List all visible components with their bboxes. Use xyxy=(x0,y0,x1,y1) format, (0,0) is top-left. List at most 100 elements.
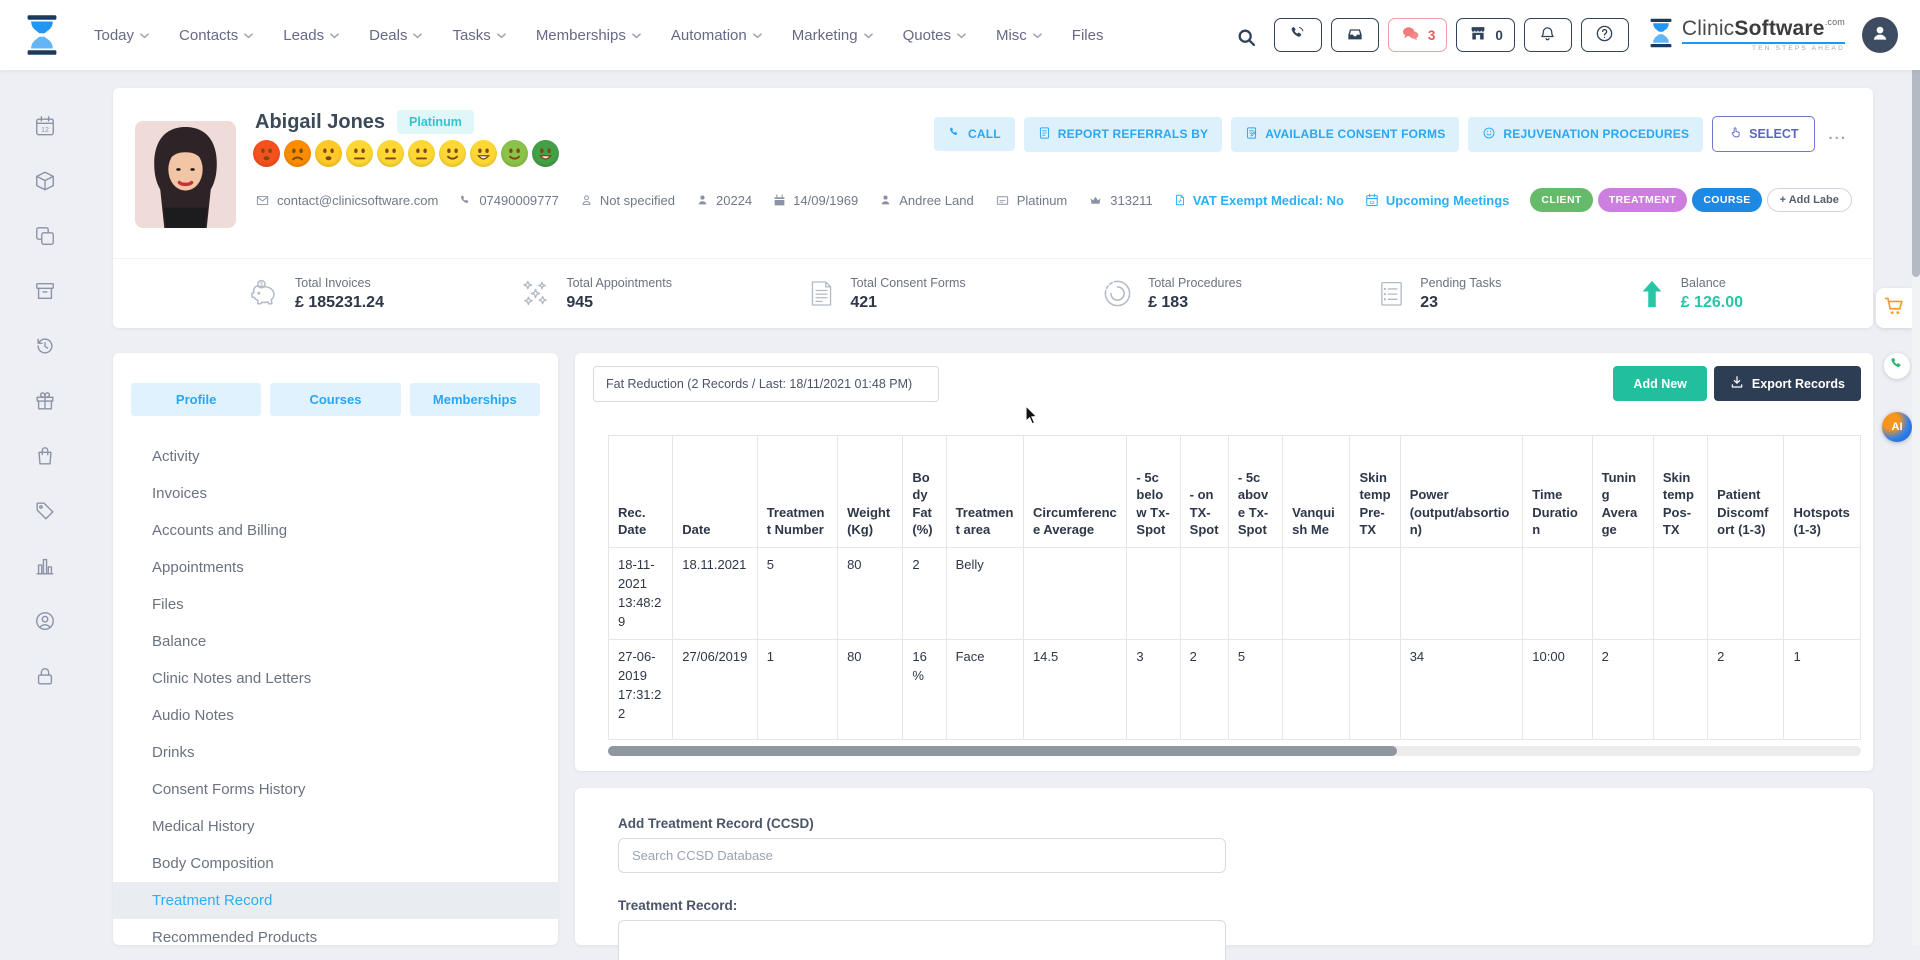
sidebar-item-consent-forms-history[interactable]: Consent Forms History xyxy=(113,771,558,808)
user-avatar[interactable] xyxy=(1862,17,1898,53)
sidebar-item-treatment-record[interactable]: Treatment Record xyxy=(113,882,558,919)
sidebar-item-activity[interactable]: Activity xyxy=(113,438,558,475)
nav-item-label: Quotes xyxy=(903,27,951,44)
history-icon[interactable] xyxy=(34,335,56,357)
satisfaction-face-5[interactable] xyxy=(377,140,404,167)
archive-icon[interactable] xyxy=(34,280,56,302)
satisfaction-face-8[interactable] xyxy=(470,140,497,167)
satisfaction-face-2[interactable] xyxy=(284,140,311,167)
chart-icon[interactable] xyxy=(34,555,56,577)
report-referrals-by-button[interactable]: REPORT REFERRALS BY xyxy=(1024,117,1222,152)
lock-icon[interactable] xyxy=(34,665,56,687)
nav-item-memberships[interactable]: Memberships xyxy=(536,27,641,44)
notifications-button[interactable] xyxy=(1524,18,1572,52)
table-row[interactable]: 27-06-2019 17:31:2227/06/201918016%Face1… xyxy=(609,640,1861,740)
nav-item-today[interactable]: Today xyxy=(94,27,149,44)
satisfaction-face-4[interactable] xyxy=(346,140,373,167)
contact-not-specified: Not specified xyxy=(580,193,675,208)
contact-vat-exempt-medical-no[interactable]: VAT Exempt Medical: No xyxy=(1174,193,1344,208)
topbar-actions: 3 0 ClinicSoftware.com TEN STEPS AHEAD xyxy=(1236,17,1920,54)
sidebar-item-body-composition[interactable]: Body Composition xyxy=(113,845,558,882)
sidebar-item-drinks[interactable]: Drinks xyxy=(113,734,558,771)
patient-photo[interactable] xyxy=(135,121,236,228)
shopping-bag-icon[interactable] xyxy=(34,445,56,467)
nav-item-label: Leads xyxy=(283,27,324,44)
copy-icon[interactable] xyxy=(34,225,56,247)
nav-item-leads[interactable]: Leads xyxy=(283,27,339,44)
sidebar-item-appointments[interactable]: Appointments xyxy=(113,549,558,586)
tab-courses[interactable]: Courses xyxy=(270,383,400,416)
satisfaction-face-1[interactable] xyxy=(253,140,280,167)
sidebar-item-files[interactable]: Files xyxy=(113,586,558,623)
nav-item-deals[interactable]: Deals xyxy=(369,27,422,44)
patient-name: Abigail Jones xyxy=(255,111,385,134)
nav-item-misc[interactable]: Misc xyxy=(996,27,1042,44)
table-cell: 1 xyxy=(757,640,837,740)
sidebar-item-accounts-and-billing[interactable]: Accounts and Billing xyxy=(113,512,558,549)
satisfaction-face-9[interactable] xyxy=(501,140,528,167)
clinicsoftware-logo-icon[interactable] xyxy=(24,13,60,57)
left-icon-rail: 12 xyxy=(0,82,90,687)
satisfaction-face-10[interactable] xyxy=(532,140,559,167)
sidebar-item-invoices[interactable]: Invoices xyxy=(113,475,558,512)
more-options-button[interactable]: ... xyxy=(1824,126,1851,143)
gift-icon[interactable] xyxy=(34,390,56,412)
account-icon[interactable] xyxy=(34,610,56,632)
satisfaction-face-7[interactable] xyxy=(439,140,466,167)
treatment-record-textarea[interactable] xyxy=(618,920,1226,960)
add-label-button[interactable]: + Add Labe xyxy=(1767,188,1852,212)
package-icon[interactable] xyxy=(34,170,56,192)
satisfaction-face-6[interactable] xyxy=(408,140,435,167)
nav-item-automation[interactable]: Automation xyxy=(671,27,762,44)
phone-solid-icon xyxy=(948,126,961,142)
inbox-button[interactable] xyxy=(1331,18,1379,52)
contact-upcoming-meetings[interactable]: 12Upcoming Meetings xyxy=(1365,193,1510,208)
record-type-select[interactable]: Fat Reduction (2 Records / Last: 18/11/2… xyxy=(593,366,939,402)
sidebar-item-clinic-notes-and-letters[interactable]: Clinic Notes and Letters xyxy=(113,660,558,697)
floating-phone-button[interactable] xyxy=(1884,353,1910,379)
table-scrollbar-thumb[interactable] xyxy=(608,746,1397,756)
calendar-rail-icon[interactable]: 12 xyxy=(34,115,56,137)
page-scrollbar xyxy=(1912,0,1920,945)
chat-button[interactable]: 3 xyxy=(1388,18,1448,52)
sidebar-item-audio-notes[interactable]: Audio Notes xyxy=(113,697,558,734)
table-cell: 16% xyxy=(903,640,946,740)
contact-value: 313211 xyxy=(1110,193,1152,208)
column-header-skin-temp-pos-tx: Skin temp Pos-TX xyxy=(1653,436,1707,548)
sidebar-item-recommended-products[interactable]: Recommended Products xyxy=(113,919,558,956)
contact-07490009777[interactable]: 07490009777 xyxy=(459,193,559,208)
nav-item-quotes[interactable]: Quotes xyxy=(903,27,966,44)
tab-memberships[interactable]: Memberships xyxy=(410,383,540,416)
select-button[interactable]: SELECT xyxy=(1712,116,1815,152)
shop-button[interactable]: 0 xyxy=(1456,18,1515,52)
nav-item-tasks[interactable]: Tasks xyxy=(452,27,505,44)
nav-item-marketing[interactable]: Marketing xyxy=(792,27,873,44)
floating-cart-button[interactable] xyxy=(1876,288,1912,328)
column-header-5c-above-tx-spot: - 5c above Tx-Spot xyxy=(1228,436,1282,548)
table-row[interactable]: 18-11-2021 13:48:2918.11.20215802Belly xyxy=(609,548,1861,640)
tab-profile[interactable]: Profile xyxy=(131,383,261,416)
sidebar-item-medical-history[interactable]: Medical History xyxy=(113,808,558,845)
rejuvenation-procedures-button[interactable]: REJUVENATION PROCEDURES xyxy=(1468,117,1703,152)
available-consent-forms-button[interactable]: AVAILABLE CONSENT FORMS xyxy=(1231,117,1459,152)
nav-item-files[interactable]: Files xyxy=(1072,27,1104,44)
search-icon[interactable] xyxy=(1236,23,1265,48)
help-button[interactable] xyxy=(1581,18,1629,52)
phone-call-button[interactable] xyxy=(1274,18,1322,52)
column-header-hotspots-1-3: Hotspots (1-3) xyxy=(1784,436,1861,548)
nav-item-contacts[interactable]: Contacts xyxy=(179,27,253,44)
ccsd-search-input[interactable] xyxy=(618,838,1226,873)
satisfaction-face-3[interactable] xyxy=(315,140,342,167)
call-button[interactable]: CALL xyxy=(934,117,1015,151)
contact-contact-clinicsoftware-com[interactable]: contact@clinicsoftware.com xyxy=(255,193,438,208)
sidebar-item-balance[interactable]: Balance xyxy=(113,623,558,660)
tags-icon[interactable] xyxy=(34,500,56,522)
column-header-body-fat: Body Fat (%) xyxy=(903,436,946,548)
floating-ai-button[interactable]: AI xyxy=(1882,412,1912,442)
person-outline-icon xyxy=(580,193,593,207)
nav-item-label: Files xyxy=(1072,27,1104,44)
export-records-button[interactable]: Export Records xyxy=(1714,366,1861,401)
page-scrollbar-thumb[interactable] xyxy=(1912,62,1920,277)
add-new-button[interactable]: Add New xyxy=(1613,366,1706,401)
brand-logo[interactable]: ClinicSoftware.com TEN STEPS AHEAD xyxy=(1648,17,1845,54)
